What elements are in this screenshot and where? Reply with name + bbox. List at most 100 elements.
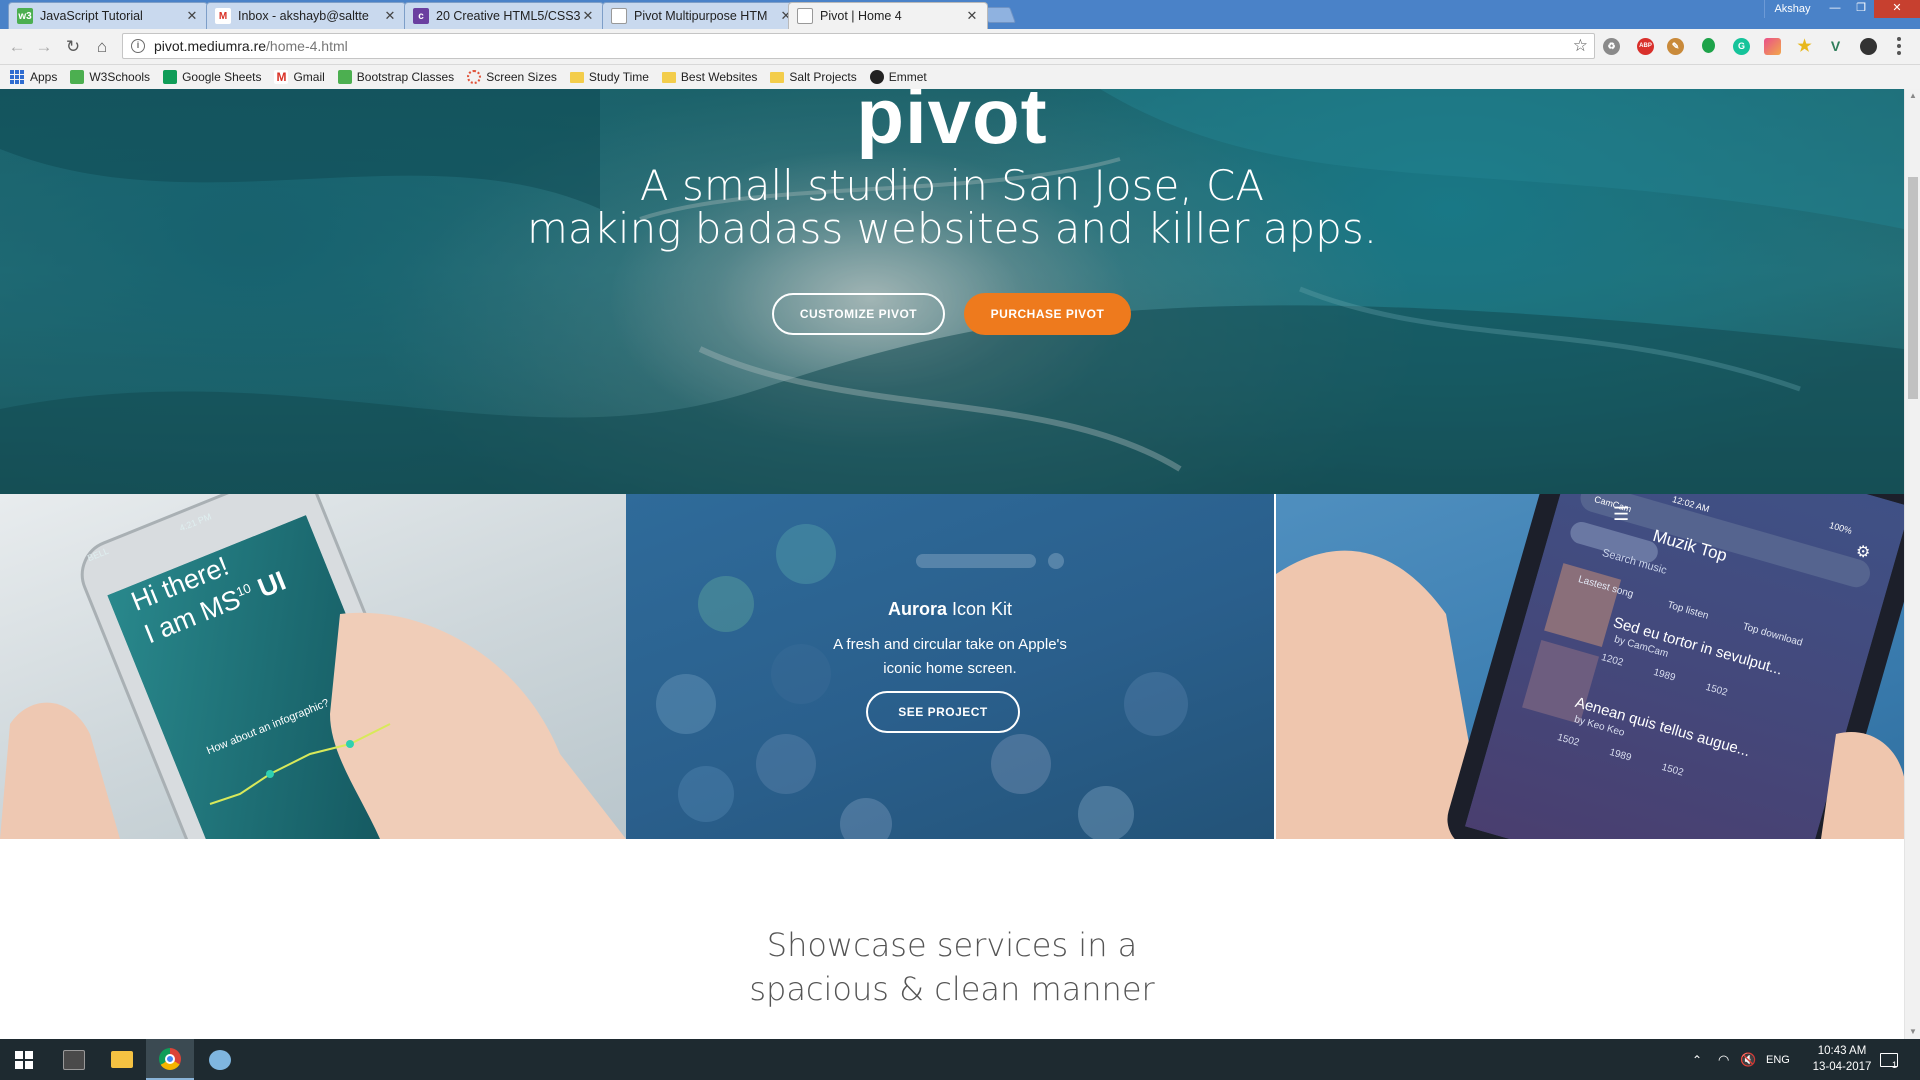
gmail-icon: M (274, 70, 289, 84)
bookmark-study-time[interactable]: Study Time (569, 70, 649, 84)
bookmark-label: Gmail (293, 70, 325, 84)
bookmark-salt-projects[interactable]: Salt Projects (770, 70, 857, 84)
hamburger-icon: ☰ (1613, 504, 1630, 524)
close-icon[interactable]: ✕ (383, 8, 397, 24)
apps-grid-icon (10, 70, 24, 84)
music-app-phone-image (1276, 494, 1904, 839)
customize-pivot-button[interactable]: CUSTOMIZE PIVOT (772, 293, 945, 335)
address-bar[interactable]: i pivot.mediumra.re/home-4.html ☆ (122, 33, 1595, 59)
scroll-down-icon[interactable]: ▼ (1905, 1025, 1920, 1039)
bookmark-label: Bootstrap Classes (356, 70, 455, 84)
pivot-logo[interactable]: pivot (0, 89, 1904, 161)
folder-icon (569, 71, 584, 83)
close-icon[interactable]: ✕ (185, 8, 199, 24)
tab-pivot-multipurpose[interactable]: Pivot Multipurpose HTM ✕ (602, 2, 802, 29)
w3schools-icon (70, 70, 85, 84)
back-arrow-icon[interactable]: ← (6, 36, 28, 58)
palette-icon[interactable] (1764, 38, 1781, 55)
forward-arrow-icon[interactable]: → (33, 36, 55, 58)
page-scrollbar[interactable]: ▲ ▼ (1904, 89, 1920, 1039)
show-hidden-icons-icon[interactable]: ⌃ (1692, 1039, 1702, 1080)
windows-taskbar: ⌃ ◠ 🔇 ENG 10:43 AM 13-04-2017 1 (0, 1039, 1920, 1080)
brush-icon[interactable]: ✎ (1667, 38, 1684, 55)
tab-title: Pivot | Home 4 (820, 9, 902, 23)
taskbar-clock[interactable]: 10:43 AM 13-04-2017 (1810, 1043, 1874, 1075)
hero-section: pivot A small studio in San Jose, CA mak… (0, 89, 1904, 494)
info-icon[interactable]: i (131, 39, 145, 53)
emmet-icon (869, 70, 884, 84)
close-icon[interactable]: ✕ (965, 8, 979, 24)
bookmark-label: Apps (30, 70, 58, 84)
url-host: pivot.mediumra.re (154, 38, 267, 54)
w3schools-icon: w3 (17, 8, 33, 24)
scroll-thumb[interactable] (1908, 177, 1918, 399)
file-explorer-icon[interactable] (98, 1039, 146, 1080)
action-center-icon[interactable]: 1 (1880, 1039, 1898, 1080)
aurora-description-line2: iconic home screen. (883, 660, 1017, 677)
adblock-icon[interactable]: ABP (1637, 38, 1654, 55)
hero-tagline-line1: A small studio in San Jose, CA (639, 161, 1265, 210)
vue-icon[interactable]: V (1827, 38, 1844, 55)
window-controls: — ❐ ✕ (1822, 0, 1920, 18)
browser-toolbar: ← → ↻ ⌂ i pivot.mediumra.re/home-4.html … (0, 29, 1920, 65)
grammarly-icon[interactable]: G (1733, 38, 1750, 55)
tab-title: JavaScript Tutorial (40, 9, 143, 23)
minimize-icon[interactable]: — (1822, 0, 1848, 18)
restore-icon[interactable]: ❐ (1848, 0, 1874, 18)
tab-creative-html5[interactable]: c 20 Creative HTML5/CSS3 ✕ (404, 2, 604, 29)
reload-icon[interactable]: ↻ (62, 36, 84, 58)
purchase-pivot-button[interactable]: PURCHASE PIVOT (964, 293, 1131, 335)
recycle-icon[interactable]: ♻ (1603, 38, 1620, 55)
home-icon[interactable]: ⌂ (91, 36, 113, 58)
project-tile-ms10-ui[interactable]: Hi there! I am MS10 UI How about an info… (0, 494, 626, 839)
see-project-button[interactable]: SEE PROJECT (866, 691, 1020, 733)
menu-icon[interactable] (1896, 37, 1902, 55)
bookmark-bootstrap-classes[interactable]: Bootstrap Classes (337, 70, 455, 84)
browser-tab-strip: w3 JavaScript Tutorial ✕ M Inbox - aksha… (0, 0, 1920, 29)
paint-app-icon[interactable] (196, 1039, 244, 1080)
bookmark-apps[interactable]: Apps (10, 70, 57, 84)
bookmark-star-icon[interactable]: ☆ (1573, 36, 1588, 56)
services-heading-line1: Showcase services in a (766, 926, 1138, 964)
bookmark-emmet[interactable]: Emmet (869, 70, 927, 84)
w3schools-icon (337, 70, 352, 84)
aurora-description: A fresh and circular take on Apple's ico… (626, 633, 1274, 681)
aurora-title: Aurora Icon Kit (626, 599, 1274, 620)
bookmark-label: Screen Sizes (486, 70, 557, 84)
profile-button[interactable]: Akshay (1764, 0, 1820, 18)
project-tile-muzik-top[interactable]: Muzik Top 12:02 AM CamCam 100% Search mu… (1274, 494, 1904, 839)
sublime-text-icon[interactable] (50, 1039, 98, 1080)
windows-logo-icon (15, 1050, 33, 1069)
project-tile-aurora-icon-kit[interactable]: Aurora Icon Kit A fresh and circular tak… (626, 494, 1274, 839)
bookmark-label: Salt Projects (789, 70, 857, 84)
settings-gear-icon: ⚙ (1856, 544, 1871, 561)
windows-start-icon[interactable] (0, 1039, 48, 1080)
bookmark-best-websites[interactable]: Best Websites (661, 70, 757, 84)
star-badge-icon[interactable]: ★ (1796, 38, 1813, 55)
tab-title: Inbox - akshayb@saltte (238, 9, 369, 23)
volume-muted-icon[interactable]: 🔇 (1740, 1039, 1756, 1080)
green-dot-icon[interactable] (1702, 38, 1715, 53)
bookmark-w3schools[interactable]: W3Schools (70, 70, 150, 84)
language-indicator[interactable]: ENG (1766, 1039, 1790, 1080)
aurora-title-rest: Icon Kit (946, 599, 1013, 619)
page-icon (797, 8, 813, 24)
url-path: /home-4.html (266, 38, 348, 54)
tab-pivot-home-4[interactable]: Pivot | Home 4 ✕ (788, 2, 988, 29)
wifi-icon[interactable]: ◠ (1718, 1039, 1729, 1080)
bookmark-label: Study Time (588, 70, 649, 84)
close-icon[interactable]: ✕ (581, 8, 595, 24)
bookmark-google-sheets[interactable]: Google Sheets (163, 70, 261, 84)
tab-gmail-inbox[interactable]: M Inbox - akshayb@saltte ✕ (206, 2, 406, 29)
phone-mockup-image (0, 494, 626, 839)
chrome-taskbar-icon[interactable] (146, 1039, 194, 1080)
bookmark-screen-sizes[interactable]: Screen Sizes (467, 70, 557, 84)
scroll-up-icon[interactable]: ▲ (1905, 89, 1920, 103)
dark-circle-icon[interactable] (1860, 38, 1877, 55)
window-close-icon[interactable]: ✕ (1874, 0, 1920, 18)
site-icon: c (413, 8, 429, 24)
folder-icon (770, 71, 785, 83)
clock-time: 10:43 AM (1817, 1045, 1867, 1057)
bookmark-gmail[interactable]: M Gmail (274, 70, 325, 84)
tab-javascript-tutorial[interactable]: w3 JavaScript Tutorial ✕ (8, 2, 208, 29)
